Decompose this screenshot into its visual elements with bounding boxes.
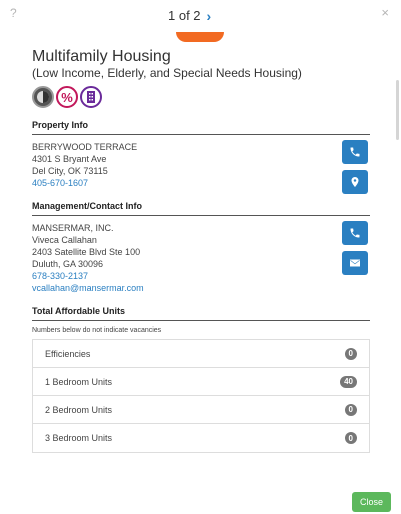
unit-label: Efficiencies [45,348,91,359]
property-actions [342,140,368,194]
chevron-right-icon[interactable]: › [207,9,212,23]
scrollbar-thumb[interactable] [396,80,399,140]
unit-label: 2 Bedroom Units [45,404,113,415]
map-marker-icon [351,177,359,187]
count-badge: 0 [344,403,357,416]
management-actions [342,221,368,275]
section-heading: Property Info [32,120,370,135]
management-section: Management/Contact Info MANSERMAR, INC. … [32,201,370,294]
management-email-link[interactable]: vcallahan@mansermar.com [32,282,370,294]
building-icon [80,86,102,108]
close-button[interactable]: Close [351,492,391,512]
list-item: 2 Bedroom Units 0 [33,396,369,424]
phone-icon [350,147,360,157]
page-subtitle: (Low Income, Elderly, and Special Needs … [32,66,302,80]
units-list: Efficiencies 0 1 Bedroom Units 40 2 Bedr… [32,339,370,453]
property-name: BERRYWOOD TERRACE [32,142,138,152]
management-company: MANSERMAR, INC. [32,223,114,233]
call-button[interactable] [342,221,368,245]
category-marker [176,32,224,42]
call-button[interactable] [342,140,368,164]
help-icon[interactable]: ? [10,6,17,20]
pager: 1 of 2 › [168,8,211,23]
list-item: Efficiencies 0 [33,340,369,368]
management-contact: Viveca Callahan [32,235,97,245]
section-heading: Total Affordable Units [32,306,370,321]
phone-icon [350,228,360,238]
property-city: Del City, OK 73115 [32,166,108,176]
property-phone-link[interactable]: 405-670-1607 [32,177,370,189]
page-title: Multifamily Housing [32,48,171,65]
count-badge: 40 [340,375,357,388]
list-item: 1 Bedroom Units 40 [33,368,369,396]
email-button[interactable] [342,251,368,275]
unit-label: 3 Bedroom Units [45,433,113,443]
count-badge: 0 [344,347,357,360]
units-note: Numbers below do not indicate vacancies [32,327,162,334]
count-badge: 0 [344,432,357,444]
modal-header: ? 1 of 2 › × [0,0,401,32]
management-city: Duluth, GA 30096 [32,259,104,269]
unit-label: 1 Bedroom Units [45,376,113,387]
map-button[interactable] [342,170,368,194]
affordable-units-section: Total Affordable Units Numbers below do … [32,306,370,453]
close-icon[interactable]: × [381,5,389,20]
property-address: 4301 S Bryant Ave [32,154,107,164]
property-info-section: Property Info BERRYWOOD TERRACE 4301 S B… [32,120,370,194]
category-badges: % [32,86,370,108]
percent-icon: % [56,86,78,108]
popup-inner: Multifamily Housing (Low Income, Elderly… [32,48,370,465]
modal-footer: Close [0,483,401,514]
elderly-icon [32,86,54,108]
management-phone-link[interactable]: 678-330-2137 [32,270,370,282]
popup-content[interactable]: Multifamily Housing (Low Income, Elderly… [0,32,401,483]
envelope-icon [350,259,360,267]
section-heading: Management/Contact Info [32,201,370,216]
management-address: 2403 Satellite Blvd Ste 100 [32,247,141,257]
pager-label: 1 of 2 [168,8,201,23]
list-item: 3 Bedroom Units 0 [33,424,369,452]
